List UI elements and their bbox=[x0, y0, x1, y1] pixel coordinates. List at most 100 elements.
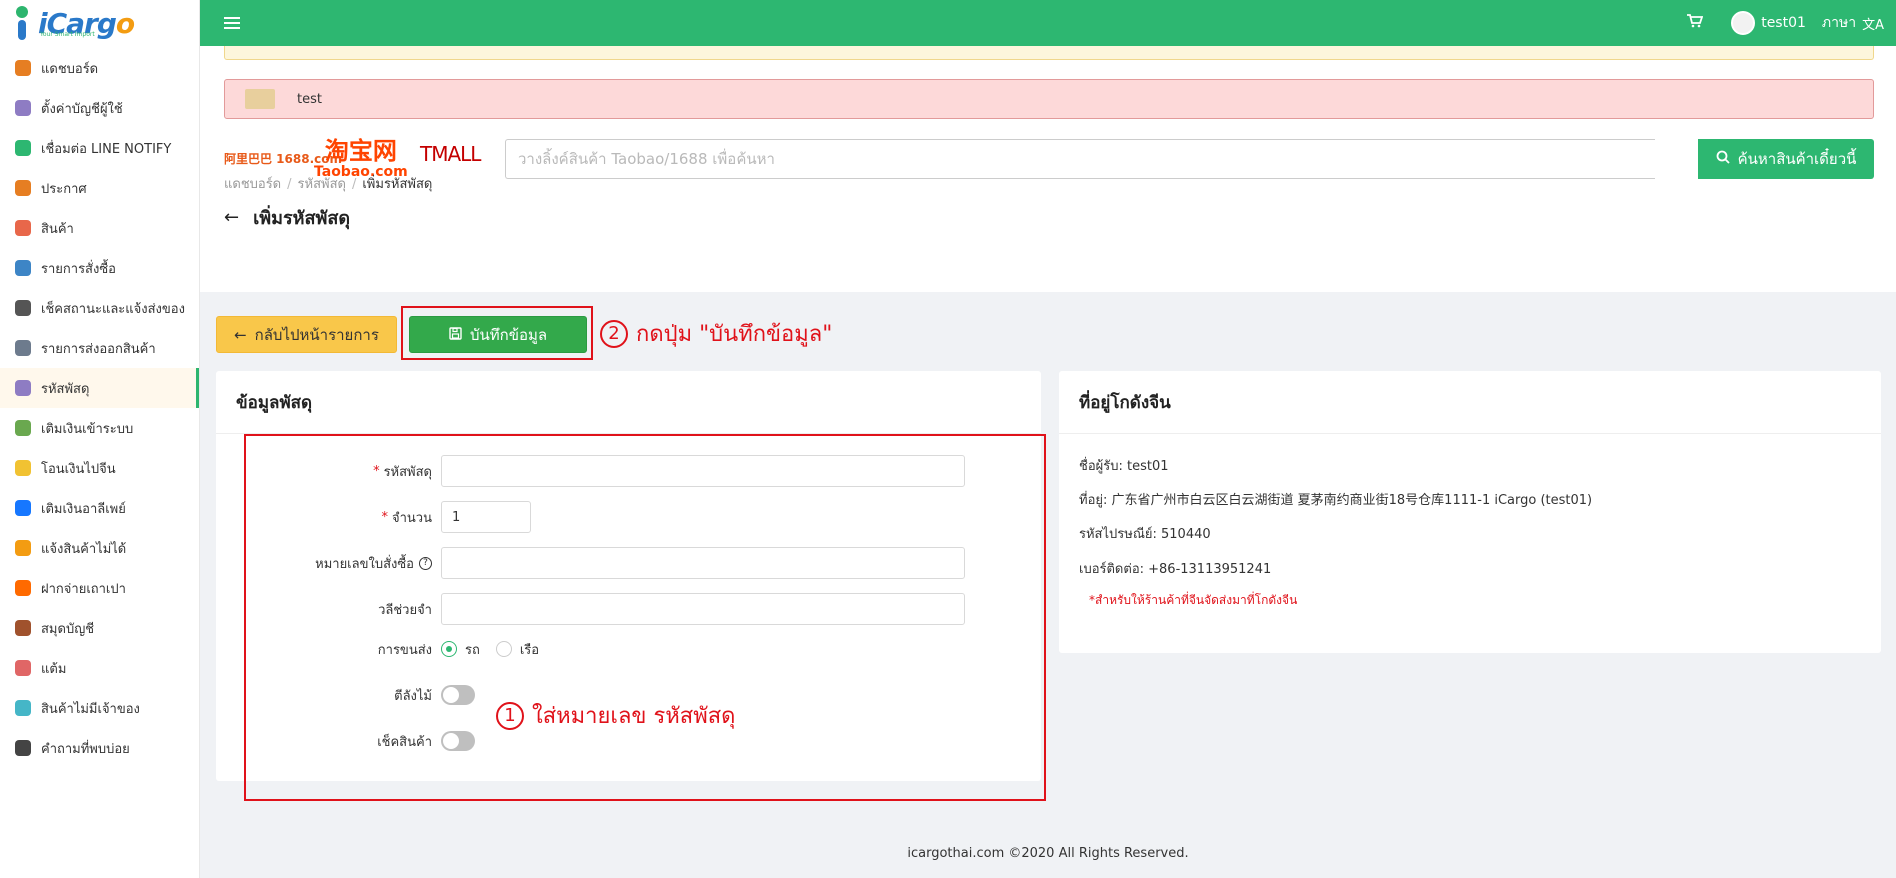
sidebar-item-label: คำถามที่พบบ่อย bbox=[41, 741, 130, 757]
order-icon bbox=[15, 260, 31, 276]
menu-toggle-icon[interactable] bbox=[224, 17, 240, 29]
faq-icon bbox=[15, 740, 31, 756]
sidebar-item-13[interactable]: ฝากจ่ายเถาเปา bbox=[0, 568, 199, 608]
unowned-goods-icon bbox=[15, 700, 31, 716]
sidebar-item-9[interactable]: เติมเงินเข้าระบบ bbox=[0, 408, 199, 448]
sidebar-item-label: แดชบอร์ด bbox=[41, 61, 99, 77]
sidebar-item-label: รายการสั่งซื้อ bbox=[41, 261, 116, 277]
annotation-step-2: 2 กดปุ่ม "บันทึกข้อมูล" bbox=[600, 316, 832, 351]
annotation-highlight-form bbox=[244, 434, 1046, 801]
back-to-list-label: กลับไปหน้ารายการ bbox=[254, 325, 379, 344]
alert-banner: test bbox=[224, 79, 1874, 119]
sidebar-item-3[interactable]: ประกาศ bbox=[0, 168, 199, 208]
arrow-left-icon: ← bbox=[234, 325, 247, 344]
page-title: ← เพิ่มรหัสพัสดุ bbox=[224, 203, 350, 232]
sidebar-item-label: เติมเงินเข้าระบบ bbox=[41, 421, 134, 437]
sidebar-item-6[interactable]: เช็คสถานะและแจ้งส่งของ bbox=[0, 288, 199, 328]
sidebar-item-label: เชื่อมต่อ LINE NOTIFY bbox=[41, 141, 172, 157]
sidebar-item-16[interactable]: สินค้าไม่มีเจ้าของ bbox=[0, 688, 199, 728]
sidebar-item-label: แต้ม bbox=[41, 661, 67, 677]
notice-banner bbox=[224, 46, 1874, 60]
warehouse-title: ที่อยู่โกดังจีน bbox=[1059, 371, 1881, 434]
parcel-code-icon bbox=[15, 380, 31, 396]
breadcrumb-home[interactable]: แดชบอร์ด bbox=[224, 177, 281, 192]
annotation-step-2-number: 2 bbox=[600, 319, 628, 348]
sidebar-item-17[interactable]: คำถามที่พบบ่อย bbox=[0, 728, 199, 768]
logo-tmall[interactable]: TMALL bbox=[420, 142, 481, 166]
parcel-info-title: ข้อมูลพัสดุ bbox=[216, 371, 1041, 434]
annotation-step-1-text: ใส่หมายเลข รหัสพัสดุ bbox=[532, 704, 736, 729]
breadcrumb-current: เพิ่มรหัสพัสดุ bbox=[362, 177, 433, 192]
translate-icon[interactable]: 文A bbox=[1862, 14, 1884, 33]
search-button-label: ค้นหาสินค้าเดี๋ยวนี้ bbox=[1737, 150, 1857, 168]
main-content: test 阿里巴巴 1688.com 淘宝网 Taobao.com TMALL … bbox=[200, 46, 1896, 878]
logo-text-o: o bbox=[115, 6, 135, 40]
search-button[interactable]: ค้นหาสินค้าเดี๋ยวนี้ bbox=[1698, 139, 1874, 179]
breadcrumb-parent[interactable]: รหัสพัสดุ bbox=[298, 177, 346, 192]
warehouse-phone: เบอร์ติดต่อ: +86-13113951241 bbox=[1079, 562, 1272, 577]
avatar[interactable] bbox=[1731, 11, 1756, 35]
sidebar-item-label: สินค้า bbox=[41, 221, 74, 237]
alert-text: test bbox=[297, 91, 322, 107]
sidebar-item-4[interactable]: สินค้า bbox=[0, 208, 199, 248]
page-title-text: เพิ่มรหัสพัสดุ bbox=[253, 208, 351, 229]
back-to-list-button[interactable]: ← กลับไปหน้ารายการ bbox=[216, 316, 397, 353]
transfer-china-icon bbox=[15, 460, 31, 476]
account-book-icon bbox=[15, 620, 31, 636]
user-name[interactable]: test01 bbox=[1761, 15, 1806, 31]
sidebar-item-10[interactable]: โอนเงินไปจีน bbox=[0, 448, 199, 488]
logo-tagline: Your Smart Import bbox=[40, 31, 95, 38]
breadcrumb: แดชบอร์ด / รหัสพัสดุ / เพิ่มรหัสพัสดุ bbox=[224, 173, 432, 194]
alipay-icon bbox=[15, 500, 31, 516]
warehouse-postal-code: รหัสไปรษณีย์: 510440 bbox=[1079, 527, 1211, 542]
taobao-pay-icon bbox=[15, 580, 31, 596]
points-icon bbox=[15, 660, 31, 676]
dashboard-icon bbox=[15, 60, 31, 76]
product-icon bbox=[15, 220, 31, 236]
sidebar-item-label: โอนเงินไปจีน bbox=[41, 461, 116, 477]
sidebar-item-7[interactable]: รายการส่งออกสินค้า bbox=[0, 328, 199, 368]
warehouse-note: *สำหรับให้ร้านค้าที่จีนจัดส่งมาที่โกดังจ… bbox=[1089, 593, 1298, 607]
sidebar-item-label: ประกาศ bbox=[41, 181, 87, 197]
sidebar-item-8[interactable]: รหัสพัสดุ bbox=[0, 368, 199, 408]
sidebar-item-label: เติมเงินอาลีเพย์ bbox=[41, 501, 126, 517]
sidebar-item-2[interactable]: เชื่อมต่อ LINE NOTIFY bbox=[0, 128, 199, 168]
logo-taobao-cn: 淘宝网 bbox=[324, 137, 397, 165]
language-label[interactable]: ภาษา bbox=[1822, 12, 1856, 34]
sidebar-item-label: รหัสพัสดุ bbox=[41, 381, 90, 397]
sidebar-item-label: รายการส่งออกสินค้า bbox=[41, 341, 156, 357]
annotation-step-2-text: กดปุ่ม "บันทึกข้อมูล" bbox=[636, 322, 833, 347]
annotation-step-1: 1 ใส่หมายเลข รหัสพัสดุ bbox=[496, 698, 735, 733]
warehouse-address: ที่อยู่: 广东省广州市白云区白云湖街道 夏茅南约商业街18号仓库1111… bbox=[1079, 493, 1593, 508]
top-bar: test01 ภาษา 文A bbox=[200, 0, 1896, 46]
sidebar-item-label: เช็คสถานะและแจ้งส่งของ bbox=[41, 301, 185, 317]
breadcrumb-separator: / bbox=[287, 177, 292, 192]
sidebar-item-12[interactable]: แจ้งสินค้าไม่ได้ bbox=[0, 528, 199, 568]
sidebar-item-0[interactable]: แดชบอร์ด bbox=[0, 48, 199, 88]
megaphone-icon bbox=[15, 180, 31, 196]
sidebar-item-11[interactable]: เติมเงินอาลีเพย์ bbox=[0, 488, 199, 528]
app-logo[interactable]: iCargo Your Smart Import bbox=[0, 0, 199, 46]
sidebar-item-label: สมุดบัญชี bbox=[41, 621, 95, 637]
export-icon bbox=[15, 340, 31, 356]
sidebar-item-label: สินค้าไม่มีเจ้าของ bbox=[41, 701, 140, 717]
sidebar-item-5[interactable]: รายการสั่งซื้อ bbox=[0, 248, 199, 288]
warehouse-card: ที่อยู่โกดังจีน ชื่อผู้รับ: test01 ที่อย… bbox=[1059, 371, 1881, 653]
annotation-highlight-save bbox=[401, 306, 593, 360]
topup-icon bbox=[15, 420, 31, 436]
annotation-step-1-number: 1 bbox=[496, 701, 524, 730]
breadcrumb-separator: / bbox=[351, 177, 357, 192]
logo-mark-icon bbox=[12, 6, 32, 40]
back-arrow-icon[interactable]: ← bbox=[224, 207, 239, 228]
package-icon bbox=[245, 89, 275, 109]
footer: icargothai.com ©2020 All Rights Reserved… bbox=[907, 846, 1189, 861]
sidebar-item-1[interactable]: ตั้งค่าบัญชีผู้ใช้ bbox=[0, 88, 199, 128]
sidebar-item-label: ตั้งค่าบัญชีผู้ใช้ bbox=[41, 101, 123, 117]
sidebar-item-15[interactable]: แต้ม bbox=[0, 648, 199, 688]
cart-icon[interactable] bbox=[1687, 14, 1704, 32]
sidebar-item-label: ฝากจ่ายเถาเปา bbox=[41, 581, 126, 597]
search-icon bbox=[1716, 150, 1730, 168]
sidebar-item-14[interactable]: สมุดบัญชี bbox=[0, 608, 199, 648]
product-search-input[interactable] bbox=[505, 139, 1655, 179]
sidebar-menu: แดชบอร์ดตั้งค่าบัญชีผู้ใช้เชื่อมต่อ LINE… bbox=[0, 48, 199, 768]
